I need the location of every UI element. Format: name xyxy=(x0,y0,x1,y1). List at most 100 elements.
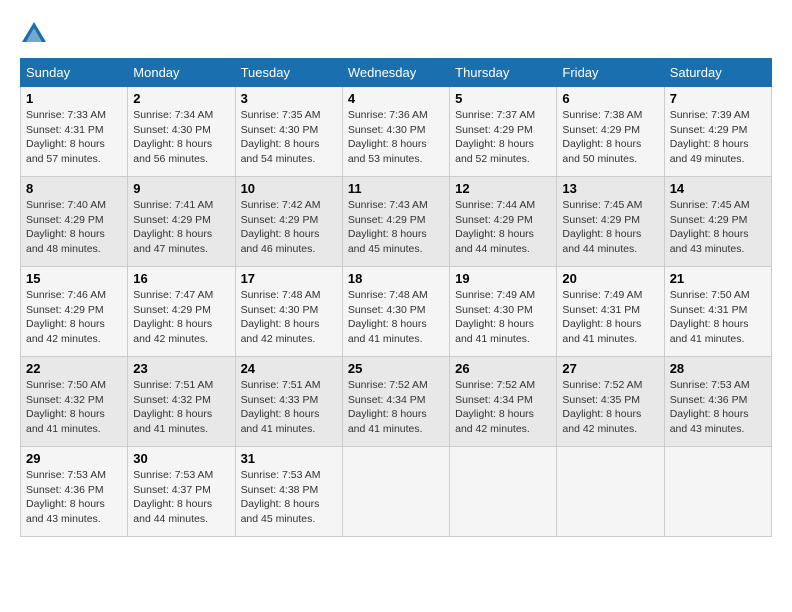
day-number: 18 xyxy=(348,271,444,286)
day-info: Sunrise: 7:38 AMSunset: 4:29 PMDaylight:… xyxy=(562,108,658,167)
calendar-week-row: 29 Sunrise: 7:53 AMSunset: 4:36 PMDayligh… xyxy=(21,447,772,537)
calendar-cell: 25 Sunrise: 7:52 AMSunset: 4:34 PMDayligh… xyxy=(342,357,449,447)
day-number: 6 xyxy=(562,91,658,106)
day-number: 17 xyxy=(241,271,337,286)
day-info: Sunrise: 7:44 AMSunset: 4:29 PMDaylight:… xyxy=(455,198,551,257)
day-number: 14 xyxy=(670,181,766,196)
calendar-cell: 2 Sunrise: 7:34 AMSunset: 4:30 PMDaylight… xyxy=(128,87,235,177)
calendar-cell xyxy=(557,447,664,537)
day-header-thursday: Thursday xyxy=(450,59,557,87)
calendar-cell: 8Sunrise: 7:40 AMSunset: 4:29 PMDaylight… xyxy=(21,177,128,267)
day-info: Sunrise: 7:52 AMSunset: 4:35 PMDaylight:… xyxy=(562,378,658,437)
calendar-cell: 24 Sunrise: 7:51 AMSunset: 4:33 PMDayligh… xyxy=(235,357,342,447)
day-info: Sunrise: 7:47 AMSunset: 4:29 PMDaylight:… xyxy=(133,288,229,347)
calendar-cell: 26 Sunrise: 7:52 AMSunset: 4:34 PMDayligh… xyxy=(450,357,557,447)
day-number: 28 xyxy=(670,361,766,376)
calendar-cell: 27 Sunrise: 7:52 AMSunset: 4:35 PMDayligh… xyxy=(557,357,664,447)
day-info: Sunrise: 7:51 AMSunset: 4:33 PMDaylight:… xyxy=(241,378,337,437)
calendar-cell: 21 Sunrise: 7:50 AMSunset: 4:31 PMDayligh… xyxy=(664,267,771,357)
calendar-cell: 15Sunrise: 7:46 AMSunset: 4:29 PMDayligh… xyxy=(21,267,128,357)
calendar-cell: 16 Sunrise: 7:47 AMSunset: 4:29 PMDayligh… xyxy=(128,267,235,357)
calendar-cell: 17 Sunrise: 7:48 AMSunset: 4:30 PMDayligh… xyxy=(235,267,342,357)
day-header-friday: Friday xyxy=(557,59,664,87)
calendar-cell: 5 Sunrise: 7:37 AMSunset: 4:29 PMDaylight… xyxy=(450,87,557,177)
calendar-cell: 12 Sunrise: 7:44 AMSunset: 4:29 PMDayligh… xyxy=(450,177,557,267)
day-number: 15 xyxy=(26,271,122,286)
calendar-week-row: 8Sunrise: 7:40 AMSunset: 4:29 PMDaylight… xyxy=(21,177,772,267)
day-info: Sunrise: 7:52 AMSunset: 4:34 PMDaylight:… xyxy=(348,378,444,437)
day-number: 27 xyxy=(562,361,658,376)
day-number: 30 xyxy=(133,451,229,466)
logo xyxy=(20,20,52,48)
calendar-cell: 22 Sunrise: 7:50 AMSunset: 4:32 PMDayligh… xyxy=(21,357,128,447)
calendar-cell: 13Sunrise: 7:45 AMSunset: 4:29 PMDayligh… xyxy=(557,177,664,267)
day-number: 12 xyxy=(455,181,551,196)
calendar-cell: 20Sunrise: 7:49 AMSunset: 4:31 PMDayligh… xyxy=(557,267,664,357)
day-number: 11 xyxy=(348,181,444,196)
day-number: 29 xyxy=(26,451,122,466)
day-info: Sunrise: 7:42 AMSunset: 4:29 PMDaylight:… xyxy=(241,198,337,257)
day-info: Sunrise: 7:41 AMSunset: 4:29 PMDaylight:… xyxy=(133,198,229,257)
day-header-wednesday: Wednesday xyxy=(342,59,449,87)
calendar-cell: 28 Sunrise: 7:53 AMSunset: 4:36 PMDayligh… xyxy=(664,357,771,447)
day-info: Sunrise: 7:34 AMSunset: 4:30 PMDaylight:… xyxy=(133,108,229,167)
calendar-cell: 1Sunrise: 7:33 AMSunset: 4:31 PMDaylight… xyxy=(21,87,128,177)
logo-icon xyxy=(20,20,48,48)
day-number: 5 xyxy=(455,91,551,106)
day-header-saturday: Saturday xyxy=(664,59,771,87)
calendar-cell: 4Sunrise: 7:36 AMSunset: 4:30 PMDaylight… xyxy=(342,87,449,177)
calendar-table: SundayMondayTuesdayWednesdayThursdayFrid… xyxy=(20,58,772,537)
day-info: Sunrise: 7:53 AMSunset: 4:36 PMDaylight:… xyxy=(670,378,766,437)
day-info: Sunrise: 7:43 AMSunset: 4:29 PMDaylight:… xyxy=(348,198,444,257)
day-header-sunday: Sunday xyxy=(21,59,128,87)
day-number: 1 xyxy=(26,91,122,106)
day-info: Sunrise: 7:50 AMSunset: 4:31 PMDaylight:… xyxy=(670,288,766,347)
day-number: 25 xyxy=(348,361,444,376)
day-number: 4 xyxy=(348,91,444,106)
calendar-cell: 19 Sunrise: 7:49 AMSunset: 4:30 PMDayligh… xyxy=(450,267,557,357)
calendar-cell: 7Sunrise: 7:39 AMSunset: 4:29 PMDaylight… xyxy=(664,87,771,177)
day-number: 19 xyxy=(455,271,551,286)
calendar-week-row: 15Sunrise: 7:46 AMSunset: 4:29 PMDayligh… xyxy=(21,267,772,357)
day-number: 2 xyxy=(133,91,229,106)
day-number: 10 xyxy=(241,181,337,196)
day-info: Sunrise: 7:39 AMSunset: 4:29 PMDaylight:… xyxy=(670,108,766,167)
calendar-week-row: 22 Sunrise: 7:50 AMSunset: 4:32 PMDayligh… xyxy=(21,357,772,447)
day-number: 31 xyxy=(241,451,337,466)
calendar-cell: 3 Sunrise: 7:35 AMSunset: 4:30 PMDaylight… xyxy=(235,87,342,177)
day-header-monday: Monday xyxy=(128,59,235,87)
day-number: 13 xyxy=(562,181,658,196)
calendar-cell: 11 Sunrise: 7:43 AMSunset: 4:29 PMDayligh… xyxy=(342,177,449,267)
day-number: 22 xyxy=(26,361,122,376)
day-info: Sunrise: 7:51 AMSunset: 4:32 PMDaylight:… xyxy=(133,378,229,437)
day-number: 23 xyxy=(133,361,229,376)
day-header-tuesday: Tuesday xyxy=(235,59,342,87)
day-info: Sunrise: 7:53 AMSunset: 4:36 PMDaylight:… xyxy=(26,468,122,527)
day-info: Sunrise: 7:48 AMSunset: 4:30 PMDaylight:… xyxy=(241,288,337,347)
calendar-cell: 23 Sunrise: 7:51 AMSunset: 4:32 PMDayligh… xyxy=(128,357,235,447)
day-number: 24 xyxy=(241,361,337,376)
day-info: Sunrise: 7:53 AMSunset: 4:38 PMDaylight:… xyxy=(241,468,337,527)
calendar-cell: 6 Sunrise: 7:38 AMSunset: 4:29 PMDaylight… xyxy=(557,87,664,177)
day-info: Sunrise: 7:35 AMSunset: 4:30 PMDaylight:… xyxy=(241,108,337,167)
calendar-cell: 14Sunrise: 7:45 AMSunset: 4:29 PMDayligh… xyxy=(664,177,771,267)
calendar-header-row: SundayMondayTuesdayWednesdayThursdayFrid… xyxy=(21,59,772,87)
calendar-cell xyxy=(664,447,771,537)
day-info: Sunrise: 7:50 AMSunset: 4:32 PMDaylight:… xyxy=(26,378,122,437)
day-info: Sunrise: 7:53 AMSunset: 4:37 PMDaylight:… xyxy=(133,468,229,527)
day-info: Sunrise: 7:52 AMSunset: 4:34 PMDaylight:… xyxy=(455,378,551,437)
calendar-week-row: 1Sunrise: 7:33 AMSunset: 4:31 PMDaylight… xyxy=(21,87,772,177)
day-number: 16 xyxy=(133,271,229,286)
day-number: 21 xyxy=(670,271,766,286)
day-number: 9 xyxy=(133,181,229,196)
day-info: Sunrise: 7:48 AMSunset: 4:30 PMDaylight:… xyxy=(348,288,444,347)
calendar-cell: 9 Sunrise: 7:41 AMSunset: 4:29 PMDaylight… xyxy=(128,177,235,267)
calendar-cell xyxy=(450,447,557,537)
day-info: Sunrise: 7:49 AMSunset: 4:30 PMDaylight:… xyxy=(455,288,551,347)
day-number: 8 xyxy=(26,181,122,196)
day-number: 26 xyxy=(455,361,551,376)
calendar-cell: 18 Sunrise: 7:48 AMSunset: 4:30 PMDayligh… xyxy=(342,267,449,357)
day-number: 3 xyxy=(241,91,337,106)
calendar-cell xyxy=(342,447,449,537)
day-info: Sunrise: 7:37 AMSunset: 4:29 PMDaylight:… xyxy=(455,108,551,167)
